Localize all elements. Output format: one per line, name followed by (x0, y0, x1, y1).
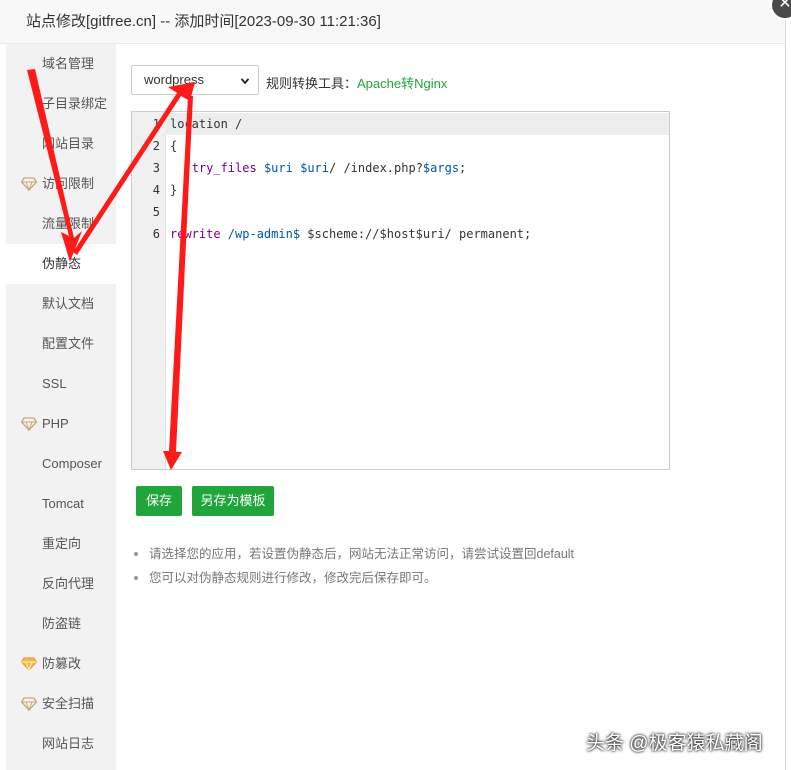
code-text: ; (459, 161, 467, 175)
gem-icon (21, 697, 37, 711)
code-variable: $uri (263, 161, 293, 175)
sidebar-item-label: Tomcat (42, 496, 84, 511)
code-line: rewrite /wp-admin$ $scheme://$host$uri/ … (170, 227, 531, 241)
save-button[interactable]: 保存 (136, 486, 182, 516)
sidebar-item-default-doc[interactable]: 默认文档 (6, 284, 116, 324)
sidebar-item-label: 子目录绑定 (42, 96, 108, 111)
save-as-template-button[interactable]: 另存为模板 (192, 486, 274, 516)
sidebar-item-label: 网站目录 (42, 136, 95, 151)
tip-text: 请选择您的应用，若设置伪静态后，网站无法正常访问，请尝试设置回default (149, 547, 575, 561)
gem-icon (21, 177, 37, 191)
tip-item: 您可以对伪静态规则进行修改，修改完后保存即可。 (131, 568, 574, 592)
code-text: / /index.php? (329, 161, 423, 175)
apache-to-nginx-link[interactable]: Apache转Nginx (357, 76, 447, 91)
sidebar-item-php[interactable]: PHP (6, 404, 116, 444)
conversion-tool-label: 规则转换工具： (266, 76, 358, 91)
code-variable: $args (422, 161, 460, 175)
rewrite-panel: wordpress 规则转换工具：Apache转Nginx 1 2 3 4 5 … (116, 44, 785, 770)
code-keyword: rewrite (170, 227, 221, 241)
sidebar-item-label: PHP (42, 416, 69, 431)
sidebar-item-label: 重定向 (42, 536, 82, 551)
sidebar-item-ssl[interactable]: SSL (6, 364, 116, 404)
rewrite-template-select[interactable]: wordpress (131, 65, 259, 95)
code-pattern: /wp-admin$ (220, 227, 308, 241)
chevron-down-icon (241, 78, 249, 84)
dialog-title: 站点修改[gitfree.cn] -- 添加时间[2023-09-30 11:2… (0, 0, 785, 44)
sidebar-item-label: 访问限制 (42, 176, 95, 191)
sidebar-item-label: 防盗链 (42, 616, 82, 631)
sidebar-item-label: 域名管理 (42, 56, 95, 71)
sidebar-item-composer[interactable]: Composer (6, 444, 116, 484)
sidebar-item-label: SSL (42, 376, 67, 391)
conversion-tool: 规则转换工具：Apache转Nginx (266, 73, 447, 92)
selected-template: wordpress (144, 72, 204, 87)
tip-item: 请选择您的应用，若设置伪静态后，网站无法正常访问，请尝试设置回default (131, 544, 574, 568)
sidebar-item-label: 默认文档 (42, 296, 95, 311)
code-keyword: try_files (191, 161, 257, 175)
sidebar-item-rewrite[interactable]: 伪静态 (6, 244, 116, 284)
sidebar-item-traffic-limit[interactable]: 流量限制 (6, 204, 116, 244)
sidebar-item-label: 安全扫描 (42, 696, 95, 711)
help-tips: 请选择您的应用，若设置伪静态后，网站无法正常访问，请尝试设置回default 您… (131, 544, 574, 592)
code-line: } (170, 183, 178, 197)
line-number: 2 (152, 139, 160, 153)
bullet-icon (134, 576, 138, 580)
sidebar-item-hotlink-protection[interactable]: 防盗链 (6, 604, 116, 644)
bullet-icon (134, 552, 138, 556)
watermark: 头条 @极客猿私藏阁 (586, 733, 763, 754)
sidebar-item-access-limit[interactable]: 访问限制 (6, 164, 116, 204)
gem-icon-gold (21, 657, 37, 671)
sidebar-item-label: Composer (42, 456, 102, 471)
line-number: 4 (152, 183, 160, 197)
rewrite-code-editor[interactable]: 1 2 3 4 5 6 location / { try_files $uri … (131, 111, 670, 470)
code-line: { (170, 139, 178, 153)
sidebar-item-config-file[interactable]: 配置文件 (6, 324, 116, 364)
gem-icon (21, 417, 37, 431)
tip-text: 您可以对伪静态规则进行修改，修改完后保存即可。 (149, 571, 437, 585)
sidebar-item-reverse-proxy[interactable]: 反向代理 (6, 564, 116, 604)
code-text: $scheme://$host$uri/ permanent; (307, 227, 532, 241)
sidebar-item-label: 流量限制 (42, 216, 95, 231)
sidebar-item-label: 防篡改 (42, 656, 82, 671)
line-number: 6 (152, 227, 160, 241)
sidebar-item-tamper-protection[interactable]: 防篡改 (6, 644, 116, 684)
code-line: try_files $uri $uri/ /index.php?$args; (170, 161, 467, 175)
settings-sidebar: 域名管理 子目录绑定 网站目录 访问限制 流量限制 伪静态 默认文档 配置文件 … (6, 44, 116, 770)
code-line: location / (170, 117, 243, 131)
sidebar-item-domain[interactable]: 域名管理 (6, 44, 116, 84)
line-number: 5 (152, 205, 160, 219)
sidebar-item-label: 网站日志 (42, 736, 95, 751)
sidebar-item-label: 反向代理 (42, 576, 95, 591)
sidebar-item-security-scan[interactable]: 安全扫描 (6, 684, 116, 724)
line-number: 1 (152, 117, 160, 131)
sidebar-item-label: 伪静态 (42, 256, 82, 271)
sidebar-item-subdir-binding[interactable]: 子目录绑定 (6, 84, 116, 124)
sidebar-item-tomcat[interactable]: Tomcat (6, 484, 116, 524)
line-number: 3 (152, 161, 160, 175)
sidebar-item-site-dir[interactable]: 网站目录 (6, 124, 116, 164)
sidebar-item-redirect[interactable]: 重定向 (6, 524, 116, 564)
close-icon: ✕ (778, 0, 791, 12)
code-variable: $uri (300, 161, 329, 175)
site-edit-dialog: 站点修改[gitfree.cn] -- 添加时间[2023-09-30 11:2… (0, 0, 786, 770)
sidebar-item-label: 配置文件 (42, 336, 95, 351)
sidebar-item-site-logs[interactable]: 网站日志 (6, 724, 116, 764)
